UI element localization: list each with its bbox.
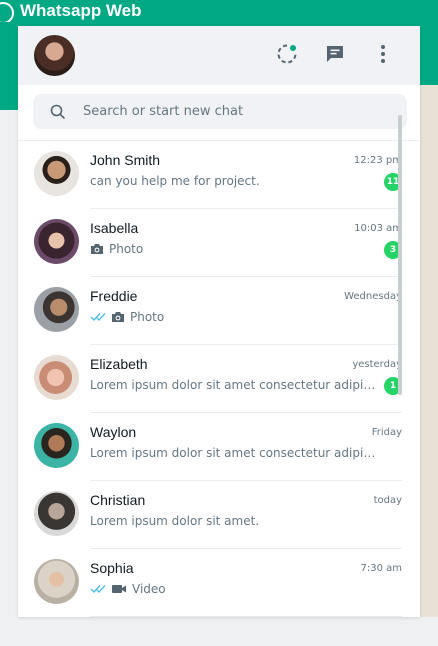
search-box[interactable] xyxy=(33,94,407,129)
chat-row-body: Elizabeth yesterday Lorem ipsum dolor sit … xyxy=(90,345,402,413)
whatsapp-logo-icon xyxy=(0,0,16,22)
chat-row[interactable]: Freddie Wednesday Photo xyxy=(18,277,420,345)
contact-avatar xyxy=(34,423,79,468)
message-time: Wednesday xyxy=(344,291,402,302)
message-preview-text: Video xyxy=(132,582,166,596)
message-preview-text: can you help me for project. xyxy=(90,174,260,188)
chat-list: John Smith 12:23 pm can you help me for pr… xyxy=(18,141,420,617)
search-bar xyxy=(18,85,420,141)
message-time: 7:30 am xyxy=(360,563,402,574)
search-icon xyxy=(49,103,67,121)
contact-avatar xyxy=(34,287,79,332)
message-preview-text: Photo xyxy=(109,242,144,256)
contact-name: John Smith xyxy=(90,152,161,168)
contact-avatar xyxy=(34,491,79,536)
brand: Whatsapp Web xyxy=(0,0,142,22)
message-time: yesterday xyxy=(352,359,402,370)
message-time: 10:03 am xyxy=(354,223,402,234)
scrollbar[interactable] xyxy=(398,115,402,395)
message-preview: can you help me for project. xyxy=(90,174,378,188)
chat-row[interactable]: Isabella 10:03 am Photo 3 xyxy=(18,209,420,277)
message-preview-text: Lorem ipsum dolor sit amet consectetur a… xyxy=(90,378,378,392)
contact-name: Elizabeth xyxy=(90,356,148,372)
chat-row[interactable]: Waylon Friday Lorem ipsum dolor sit amet c… xyxy=(18,413,420,481)
message-preview: Video xyxy=(90,582,378,596)
search-input[interactable] xyxy=(83,104,373,119)
double-check-icon xyxy=(90,312,106,322)
message-preview-text: Lorem ipsum dolor sit amet. xyxy=(90,514,260,528)
message-time: today xyxy=(373,495,402,506)
message-time: Friday xyxy=(371,427,402,438)
my-avatar[interactable] xyxy=(34,35,75,76)
chat-row[interactable]: Sophia 7:30 am Video xyxy=(18,549,420,617)
contact-avatar xyxy=(34,355,79,400)
message-time: 12:23 pm xyxy=(353,155,402,166)
message-preview: Lorem ipsum dolor sit amet consectetur a… xyxy=(90,378,378,392)
camera-icon xyxy=(90,243,104,255)
contact-avatar xyxy=(34,559,79,604)
chat-row[interactable]: Elizabeth yesterday Lorem ipsum dolor sit … xyxy=(18,345,420,413)
chat-row-body: Isabella 10:03 am Photo 3 xyxy=(90,209,402,277)
message-preview-text: Lorem ipsum dolor sit amet consectetur a… xyxy=(90,446,378,460)
sidebar-panel: John Smith 12:23 pm can you help me for pr… xyxy=(18,26,420,617)
video-icon xyxy=(111,583,127,595)
status-icon[interactable] xyxy=(276,43,298,65)
chat-row-body: Christian today Lorem ipsum dolor sit amet… xyxy=(90,481,402,549)
double-check-icon xyxy=(90,584,106,594)
message-preview: Photo xyxy=(90,242,378,256)
message-preview: Lorem ipsum dolor sit amet. xyxy=(90,514,378,528)
menu-icon[interactable] xyxy=(372,43,394,65)
contact-avatar xyxy=(34,219,79,264)
contact-name: Isabella xyxy=(90,220,139,236)
new-chat-icon[interactable] xyxy=(324,43,346,65)
chat-row-body: John Smith 12:23 pm can you help me for pr… xyxy=(90,141,402,209)
chat-row[interactable]: John Smith 12:23 pm can you help me for pr… xyxy=(18,141,420,209)
contact-name: Christian xyxy=(90,492,146,508)
header-actions xyxy=(276,43,394,65)
contact-avatar xyxy=(34,151,79,196)
app-title: Whatsapp Web xyxy=(20,1,142,20)
camera-icon xyxy=(111,311,125,323)
chat-row-body: Sophia 7:30 am Video xyxy=(90,549,402,617)
chat-row[interactable]: Christian today Lorem ipsum dolor sit amet… xyxy=(18,481,420,549)
chat-background xyxy=(420,85,438,617)
chat-row-body: Freddie Wednesday Photo xyxy=(90,277,402,345)
message-preview: Lorem ipsum dolor sit amet consectetur a… xyxy=(90,446,378,460)
contact-name: Sophia xyxy=(90,560,134,576)
contact-name: Waylon xyxy=(90,424,137,440)
contact-name: Freddie xyxy=(90,288,138,304)
chat-row-body: Waylon Friday Lorem ipsum dolor sit amet c… xyxy=(90,413,402,481)
message-preview-text: Photo xyxy=(130,310,165,324)
sidebar-header xyxy=(18,26,420,85)
message-preview: Photo xyxy=(90,310,378,324)
